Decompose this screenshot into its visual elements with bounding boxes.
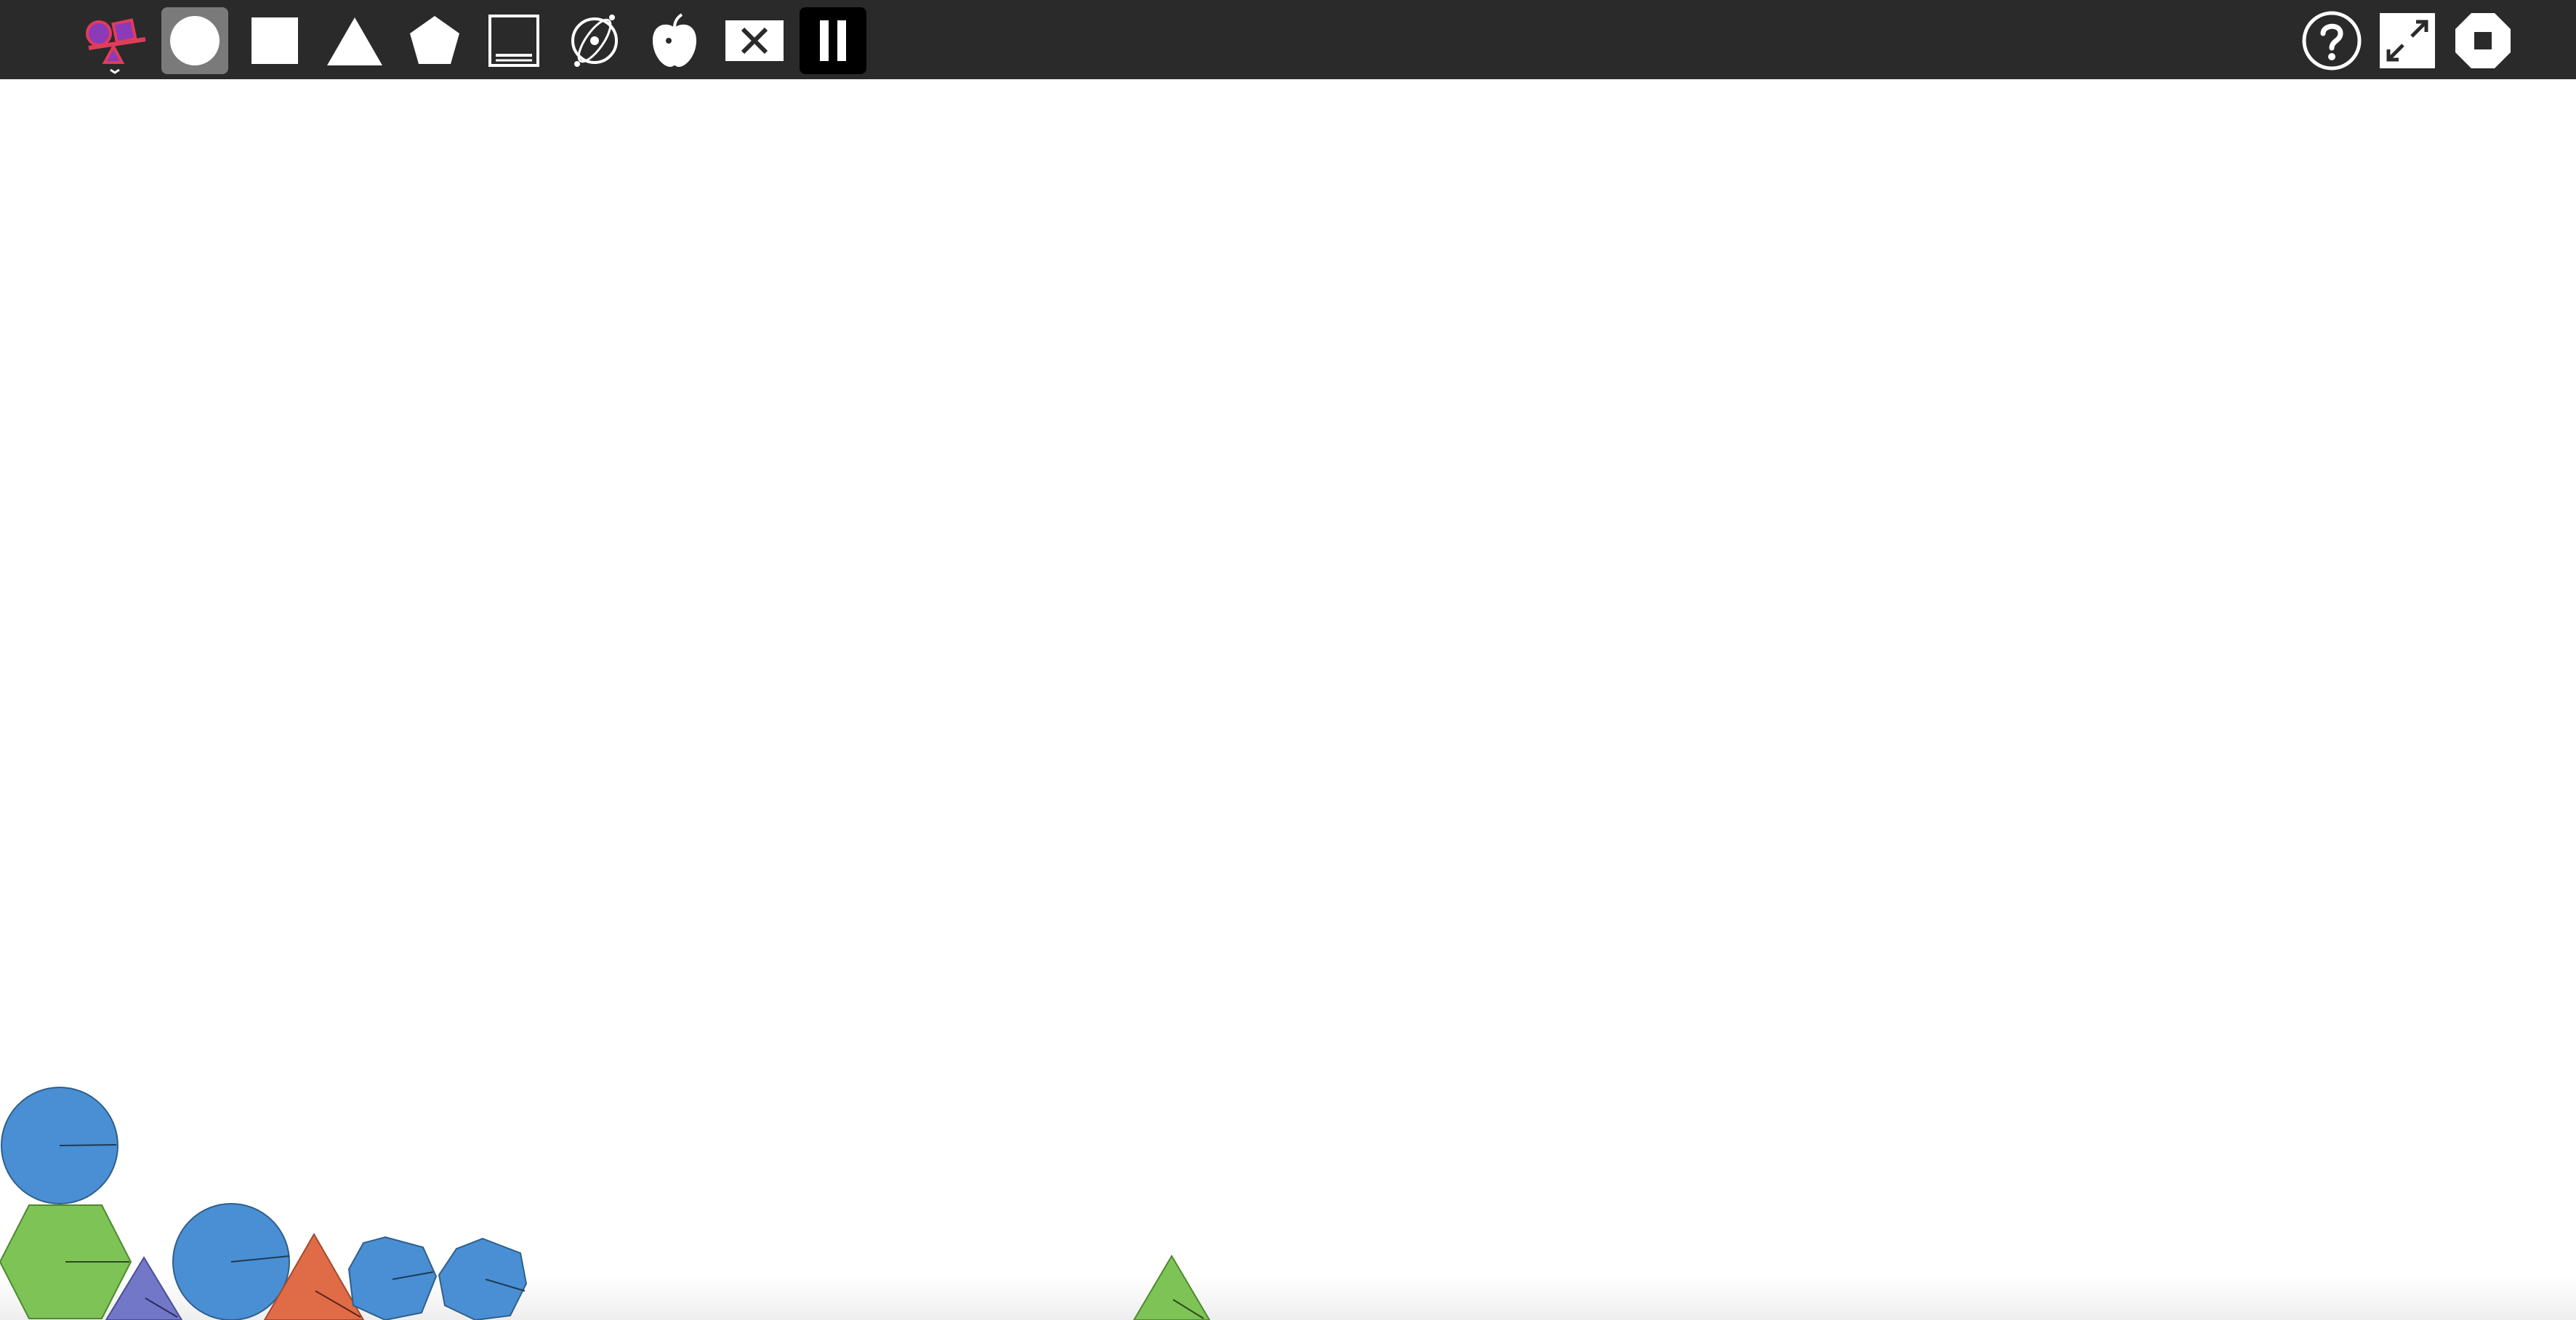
physics-hexagon[interactable] [0,1204,132,1319]
physics-triangle[interactable] [1132,1255,1211,1320]
physics-heptagon[interactable] [347,1236,438,1320]
physics-circle[interactable] [1,1087,118,1204]
physics-circle[interactable] [172,1203,290,1320]
physics-heptagon[interactable] [438,1237,528,1320]
shapes-scene [0,1087,1211,1320]
physics-app [0,0,2576,1320]
